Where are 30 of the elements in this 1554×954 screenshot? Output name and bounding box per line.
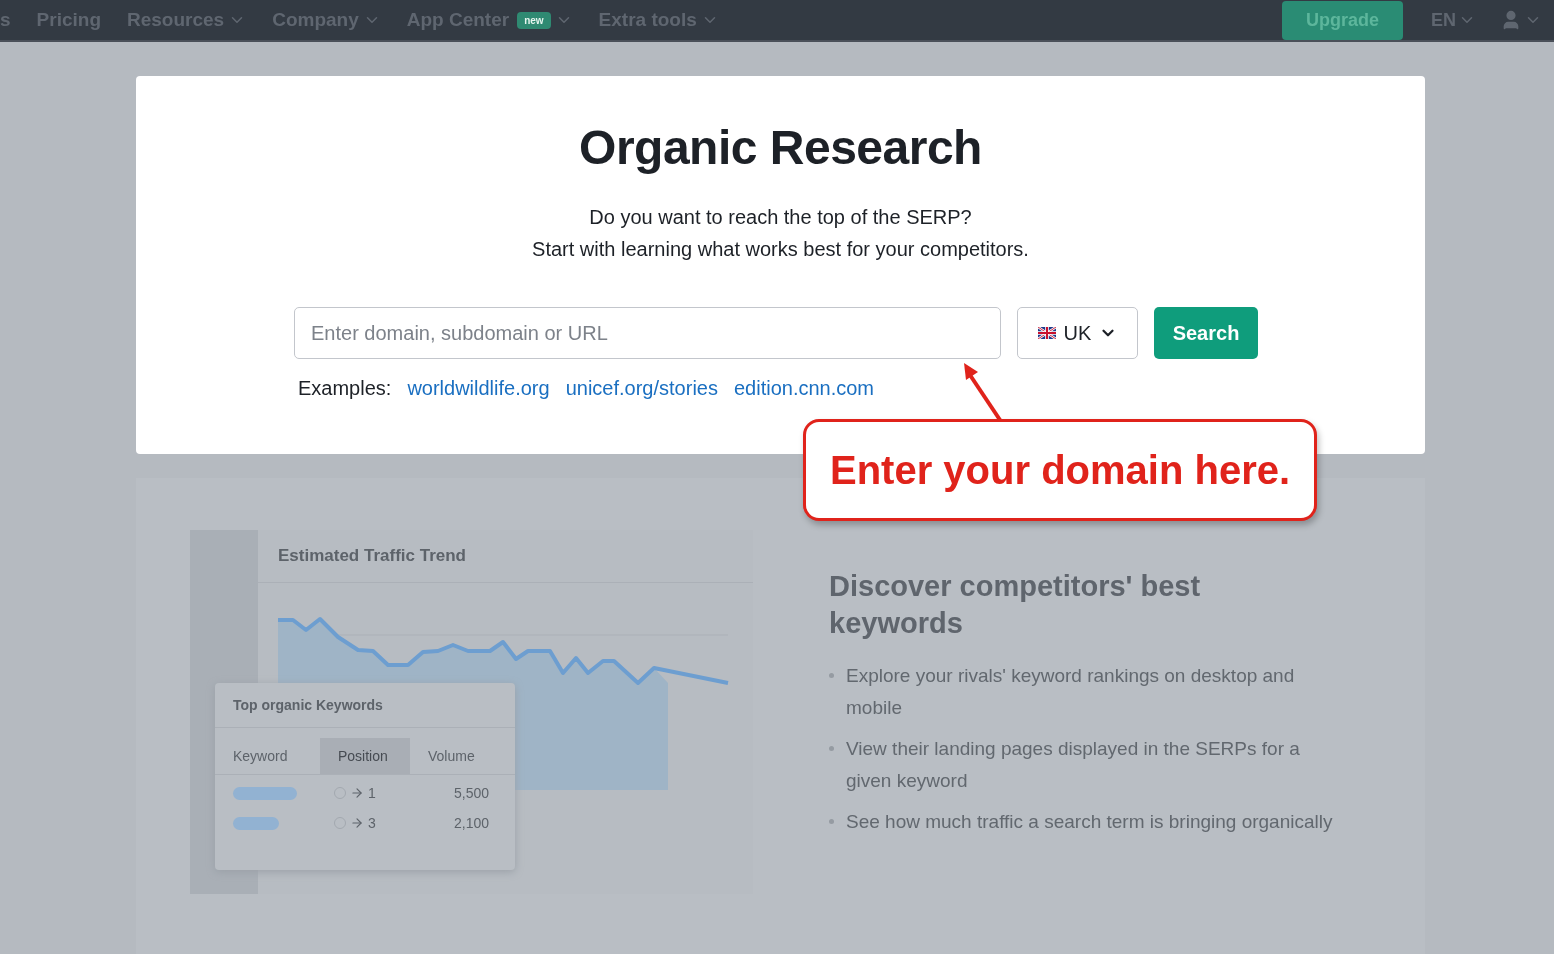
keyword-bar (233, 816, 279, 830)
example-link[interactable]: worldwildlife.org (407, 377, 550, 400)
keyword-bar (233, 786, 297, 800)
search-button[interactable]: Search (1154, 307, 1258, 359)
new-badge: new (517, 11, 551, 29)
column-header[interactable]: Volume (410, 738, 515, 774)
popup-title: Top organic Keywords (215, 683, 515, 728)
example-link[interactable]: edition.cnn.com (733, 377, 875, 400)
column-header[interactable]: Position (320, 738, 410, 774)
country-select[interactable]: UK (1017, 307, 1138, 359)
bullet-text: View their landing pages displayed in the SERPs for a given keyword (846, 737, 1301, 793)
callout-text: Enter your domain here. (830, 447, 1291, 493)
domain-input-field[interactable]: Enter domain, subdomain or URL (294, 307, 1001, 359)
page-title: Organic Research (579, 120, 982, 175)
section-heading: Discover competitors' best keywords (829, 569, 1202, 641)
flag-icon (1037, 327, 1056, 339)
column-header[interactable]: Keyword (215, 738, 320, 774)
bullet-text: Explore your rivals' keyword rankings on desktop and mobile (846, 664, 1296, 720)
position-cell: 3 (368, 815, 376, 831)
subtitle: Do you want to reach the top of the SERP? Start with learning what works best for your competitors. (532, 205, 1029, 262)
chart-title: Estimated Traffic Trend (258, 530, 753, 583)
position-cell: 1 (368, 785, 376, 801)
volume-cell-text: 5,500 (452, 785, 490, 801)
bullet-icon (829, 746, 834, 751)
bullet-text: See how much traffic a search term is bringing organically (846, 810, 1334, 834)
example-link[interactable]: unicef.org/stories (565, 377, 718, 400)
volume-cell-text: 2,100 (452, 815, 490, 831)
bullet-icon (829, 819, 834, 824)
bullet-icon (829, 673, 834, 678)
examples-label: Examples: (298, 377, 392, 400)
